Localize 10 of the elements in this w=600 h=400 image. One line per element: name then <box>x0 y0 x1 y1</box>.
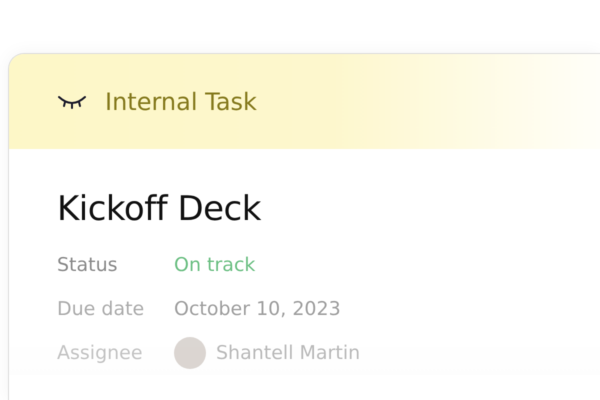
header-title: Internal Task <box>105 88 257 116</box>
task-title: Kickoff Deck <box>57 189 262 229</box>
status-value: On track <box>174 254 256 276</box>
closed-eye-icon <box>57 94 87 108</box>
avatar <box>174 337 206 369</box>
assignee-name: Shantell Martin <box>216 342 360 364</box>
field-label: Assignee <box>57 342 144 364</box>
due-date-value: October 10, 2023 <box>174 298 341 320</box>
field-label: Due date <box>57 298 146 320</box>
field-label: Status <box>57 254 119 276</box>
